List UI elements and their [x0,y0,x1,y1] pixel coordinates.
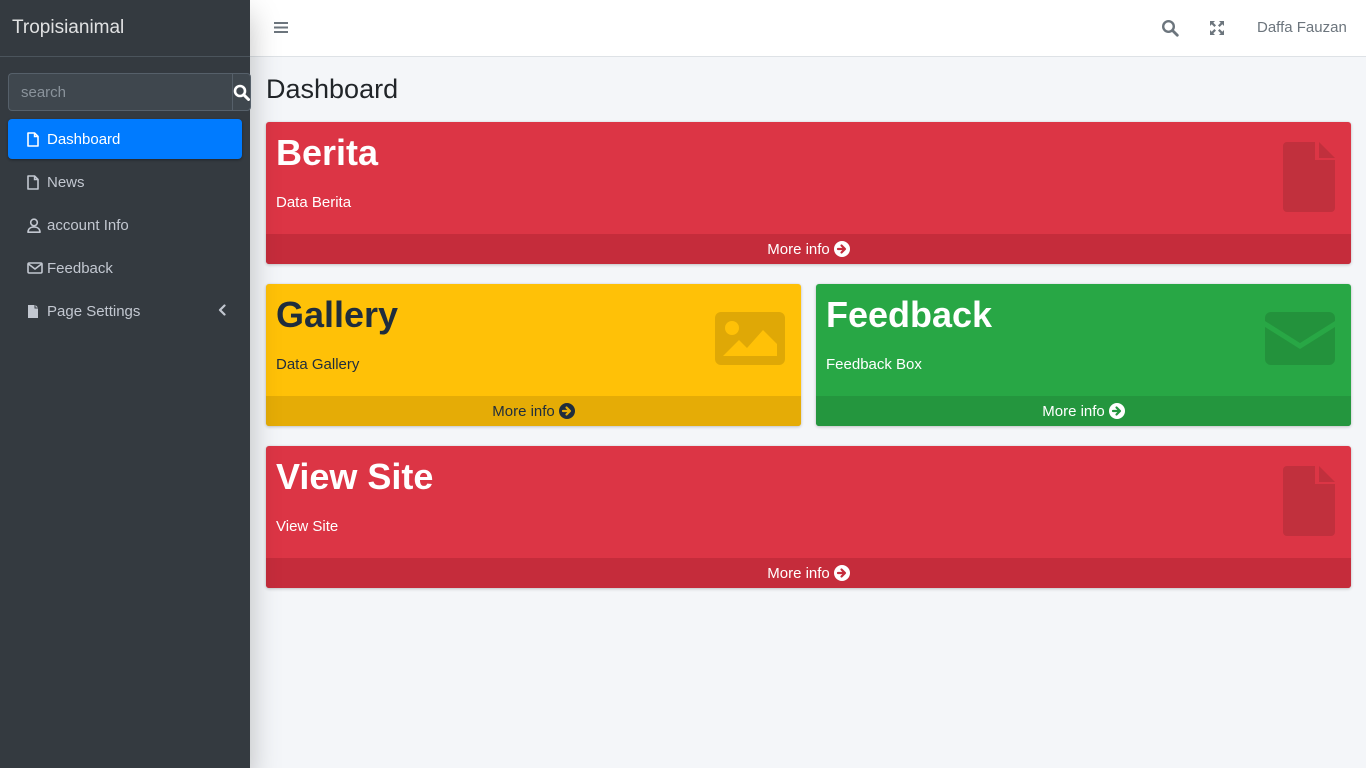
info-box-gallery: Gallery Data Gallery More info [266,284,801,426]
info-box-title: View Site [276,456,434,497]
envelope-icon [27,262,47,274]
info-box-title: Feedback [826,294,993,335]
sidebar-item-label: Feedback [47,259,113,277]
info-box-subtitle: Feedback Box [826,356,922,373]
info-box-subtitle: View Site [276,518,339,535]
file-icon [27,174,47,190]
info-box-title: Berita [276,132,379,173]
more-info-link[interactable]: More info [266,234,1351,264]
sidebar-nav: Dashboard News account Info Feedback Pag… [0,119,250,331]
sidebar-search [8,73,251,111]
expand-icon [1210,21,1224,35]
more-info-label: More info [767,564,830,582]
info-box-subtitle: Data Berita [276,194,352,211]
sidebar-item-label: Page Settings [47,302,141,320]
sidebar-item-dashboard[interactable]: Dashboard [8,119,242,159]
sidebar-item-label: Dashboard [47,130,121,148]
image-icon [715,312,785,370]
sidebar-item-feedback[interactable]: Feedback [8,248,242,288]
arrow-circle-right-icon [833,565,850,581]
arrow-circle-right-icon [1108,403,1125,419]
search-icon [233,84,250,101]
sidebar-item-page-settings[interactable]: Page Settings [8,291,242,331]
file-filled-icon [27,304,47,319]
more-info-label: More info [767,240,830,258]
info-box-title: Gallery [276,294,399,335]
navbar-search-button[interactable] [1161,19,1179,42]
sidebar-search-button[interactable] [232,73,251,111]
chevron-left-icon [218,303,226,320]
file-icon [1283,142,1335,217]
info-box-inner: Feedback Feedback Box [826,294,992,373]
file-icon [27,131,47,147]
user-menu[interactable]: Daffa Fauzan [1257,19,1347,36]
info-box-subtitle: Data Gallery [276,356,360,373]
more-info-label: More info [492,402,555,420]
info-box-inner: View Site View Site [276,456,433,535]
info-box-feedback: Feedback Feedback Box More info [816,284,1351,426]
sidebar: Tropisianimal Dashboard News a [0,0,251,768]
more-info-link[interactable]: More info [816,396,1351,426]
more-info-label: More info [1042,402,1105,420]
arrow-circle-right-icon [558,403,575,419]
info-box-view-site: View Site View Site More info [266,446,1351,588]
arrow-circle-right-icon [833,241,850,257]
menu-toggle-button[interactable] [274,21,288,39]
sidebar-item-label: account Info [47,216,129,234]
more-info-link[interactable]: More info [266,558,1351,588]
search-icon [1161,19,1179,37]
info-box-berita: Berita Data Berita More info [266,122,1351,264]
more-info-link[interactable]: More info [266,396,801,426]
info-box-inner: Gallery Data Gallery [276,294,398,373]
sidebar-item-label: News [47,173,85,191]
sidebar-search-input[interactable] [8,73,232,111]
menu-icon [274,22,288,33]
brand-logo[interactable]: Tropisianimal [0,0,250,57]
info-box-inner: Berita Data Berita [276,132,378,211]
envelope-icon [1265,312,1335,370]
page-title: Dashboard [266,74,399,104]
fullscreen-button[interactable] [1209,20,1225,41]
sidebar-item-account-info[interactable]: account Info [8,205,242,245]
sidebar-item-news[interactable]: News [8,162,242,202]
top-navbar: Daffa Fauzan [250,0,1366,57]
user-icon [27,217,47,233]
file-icon [1283,466,1335,541]
